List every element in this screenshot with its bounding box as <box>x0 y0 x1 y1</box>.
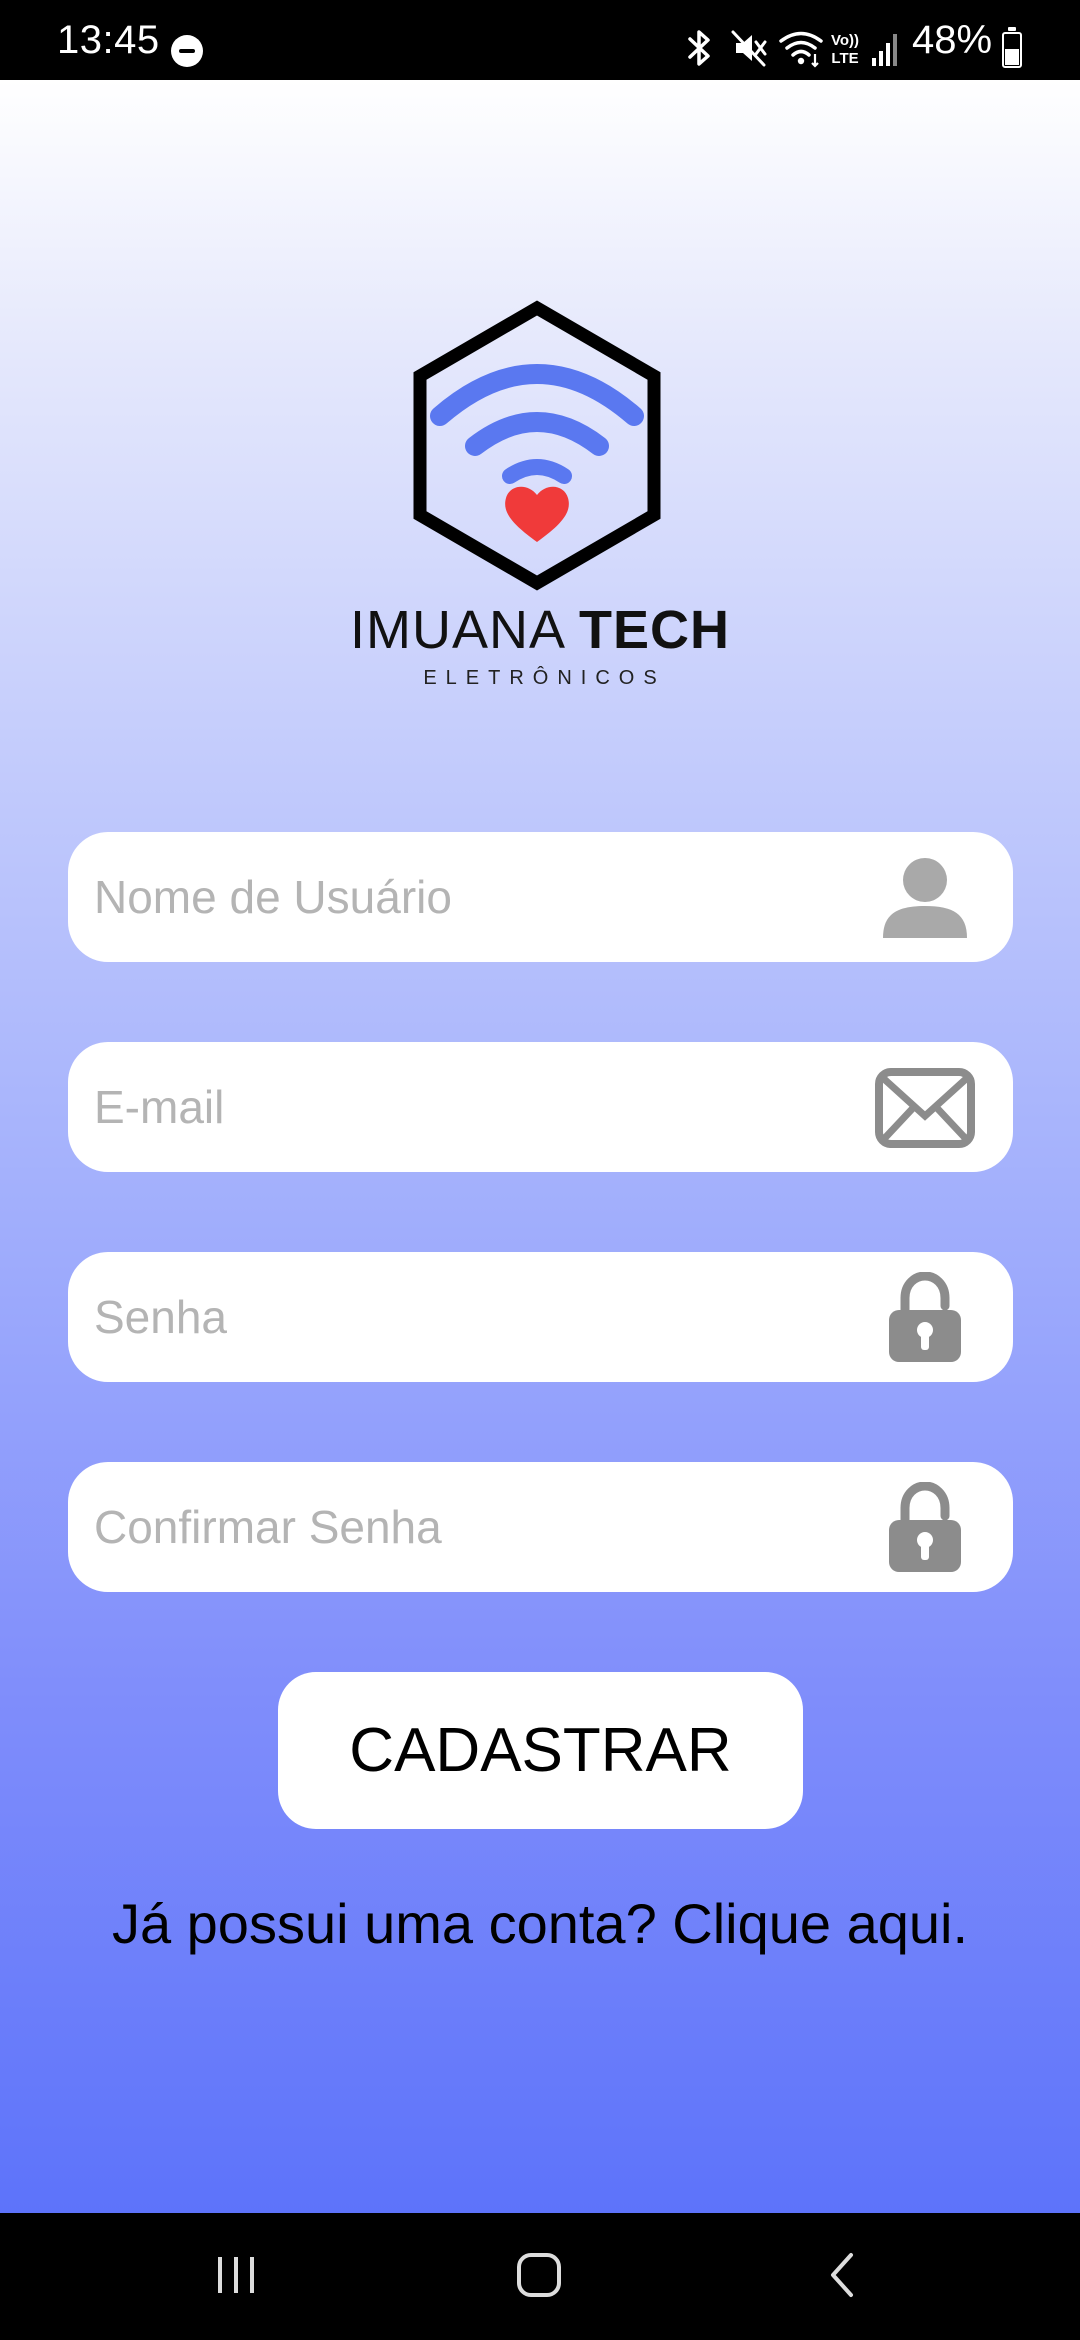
logo <box>413 300 661 591</box>
register-button[interactable]: CADASTRAR <box>278 1672 803 1829</box>
heart-icon <box>505 486 569 542</box>
envelope-icon <box>875 1068 975 1148</box>
brand-name: IMUANA TECH <box>0 598 1080 662</box>
login-link[interactable]: Já possui uma conta? Clique aqui. <box>0 1888 1080 1960</box>
confirm-password-input[interactable] <box>94 1462 874 1592</box>
status-time: 13:45 <box>57 18 160 62</box>
email-input[interactable] <box>94 1042 874 1172</box>
status-icons: Vo)) LTE <box>680 28 910 72</box>
dnd-icon <box>171 35 203 67</box>
signup-screen: IMUANA TECH ELETRÔNICOS Nome de Usuário … <box>0 80 1080 2213</box>
lock-icon <box>889 1272 961 1362</box>
status-bar: 13:45 Vo)) LTE 48% <box>0 0 1080 80</box>
recent-apps-icon[interactable] <box>191 2235 281 2315</box>
wifi-arc-outer <box>430 364 644 426</box>
password-field[interactable] <box>68 1252 1013 1382</box>
brand-name-light: IMUANA <box>349 600 564 660</box>
mute-icon <box>731 30 767 67</box>
password-input[interactable] <box>94 1252 874 1382</box>
brand-name-bold: TECH <box>579 600 731 660</box>
brand-subtitle: ELETRÔNICOS <box>423 667 666 689</box>
navigation-bar <box>0 2213 1080 2340</box>
signal-icon <box>872 34 897 66</box>
home-icon[interactable] <box>494 2235 584 2315</box>
wifi-icon <box>779 31 823 68</box>
wifi-arc-middle <box>465 412 609 456</box>
wifi-arc-inner <box>502 459 572 484</box>
back-icon[interactable] <box>798 2235 888 2315</box>
email-field[interactable] <box>68 1042 1013 1172</box>
user-icon <box>883 858 967 938</box>
username-input[interactable] <box>94 832 874 962</box>
volte-icon: Vo)) LTE <box>831 32 859 67</box>
bluetooth-icon <box>688 30 710 66</box>
battery-percentage: 48% <box>912 18 993 62</box>
svg-text:LTE: LTE <box>831 50 858 67</box>
svg-text:Vo)): Vo)) <box>831 32 859 49</box>
battery-icon <box>1002 27 1022 68</box>
confirm-password-field[interactable] <box>68 1462 1013 1592</box>
lock-icon <box>889 1482 961 1572</box>
username-field[interactable] <box>68 832 1013 962</box>
